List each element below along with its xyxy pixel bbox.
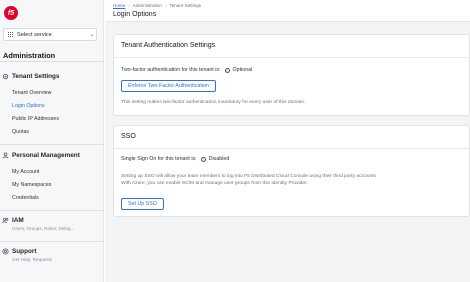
- two-factor-description: This setting makes two-factor authentica…: [121, 100, 306, 105]
- sidebar-section-label: Tenant Settings: [12, 73, 60, 80]
- logo-text: f5: [7, 9, 15, 17]
- sidebar-item-credentials[interactable]: Credentials: [12, 195, 39, 201]
- sidebar-item-quotas[interactable]: Quotas: [12, 129, 29, 135]
- select-service-dropdown[interactable]: Select service ⌄: [3, 28, 97, 41]
- f5-logo[interactable]: f5: [4, 6, 18, 20]
- sidebar-section-personal-management[interactable]: Personal Management: [2, 152, 80, 159]
- sidebar-section-tenant-settings[interactable]: Tenant Settings: [2, 73, 59, 80]
- divider: [114, 57, 469, 58]
- sidebar-item-my-account[interactable]: My Account: [12, 169, 39, 175]
- sso-card: SSO Single Sign On for this tenant is: i…: [113, 125, 470, 217]
- info-icon[interactable]: i: [224, 67, 230, 73]
- breadcrumb-administration[interactable]: Administration: [133, 3, 162, 8]
- divider: [0, 210, 103, 211]
- gear-icon: [2, 73, 9, 80]
- users-icon: [2, 217, 9, 224]
- page-title: Login Options: [113, 11, 157, 18]
- breadcrumb: Home › Administration › Tenant Settings: [113, 3, 201, 8]
- chevron-right-icon: ›: [128, 3, 130, 8]
- sso-status-row: Single Sign On for this tenant is: i Dis…: [121, 156, 229, 162]
- two-factor-status-row: Two-factor authentication for this tenan…: [121, 67, 252, 73]
- sso-status-label: Single Sign On for this tenant is:: [121, 156, 197, 162]
- sidebar-item-tenant-overview[interactable]: Tenant Overview: [12, 90, 51, 96]
- divider: [0, 144, 103, 145]
- select-service-label: Select service: [17, 31, 52, 38]
- chevron-down-icon: ⌄: [89, 32, 95, 38]
- enforce-two-factor-button[interactable]: Enforce Two-Factor Authentication: [121, 80, 216, 92]
- sso-description: Setting up SSO will allow your team memb…: [121, 173, 466, 188]
- breadcrumb-tenant-settings[interactable]: Tenant Settings: [169, 3, 201, 8]
- card-title: Tenant Authentication Settings: [121, 42, 216, 49]
- sidebar-item-iam[interactable]: IAM Users, Groups, Roles, Deleg...: [2, 217, 74, 231]
- info-icon[interactable]: i: [200, 156, 206, 162]
- two-factor-status-label: Two-factor authentication for this tenan…: [121, 67, 221, 73]
- sidebar-item-subtitle: Users, Groups, Roles, Deleg...: [12, 226, 75, 231]
- sidebar-item-public-ip-addresses[interactable]: Public IP Addresses: [12, 116, 59, 122]
- sidebar-item-my-namespaces[interactable]: My Namespaces: [12, 182, 51, 188]
- sso-description-line-1: Setting up SSO will allow your team memb…: [121, 174, 376, 179]
- sso-status-value: Disabled: [208, 156, 230, 162]
- divider: [0, 241, 103, 242]
- tenant-auth-card: Tenant Authentication Settings Two-facto…: [113, 34, 470, 116]
- set-up-sso-button[interactable]: Set Up SSO: [121, 198, 164, 210]
- main-content: Home › Administration › Tenant Settings …: [105, 0, 470, 282]
- divider: [0, 61, 103, 62]
- sidebar-item-label: Support: [12, 248, 37, 255]
- card-title: SSO: [121, 133, 136, 140]
- sidebar: f5 Select service ⌄ Administration Tenan…: [0, 0, 104, 282]
- sidebar-item-support[interactable]: Support Get Help, Requests: [2, 248, 52, 262]
- user-icon: [2, 152, 9, 159]
- sidebar-item-subtitle: Get Help, Requests: [12, 257, 53, 262]
- two-factor-status-value: Optional: [232, 67, 253, 73]
- divider: [114, 148, 469, 149]
- apps-grid-icon: [8, 31, 14, 38]
- sso-description-line-2: With Azure, you can enable SCIM and mana…: [121, 181, 308, 187]
- chevron-right-icon: ›: [164, 3, 167, 8]
- breadcrumb-home[interactable]: Home: [113, 3, 125, 8]
- sidebar-item-label: IAM: [12, 217, 24, 224]
- page-header: Home › Administration › Tenant Settings …: [105, 0, 470, 22]
- sidebar-item-login-options[interactable]: Login Options: [12, 103, 45, 109]
- support-icon: [2, 248, 9, 255]
- admin-heading: Administration: [3, 51, 56, 60]
- sidebar-section-label: Personal Management: [12, 152, 80, 159]
